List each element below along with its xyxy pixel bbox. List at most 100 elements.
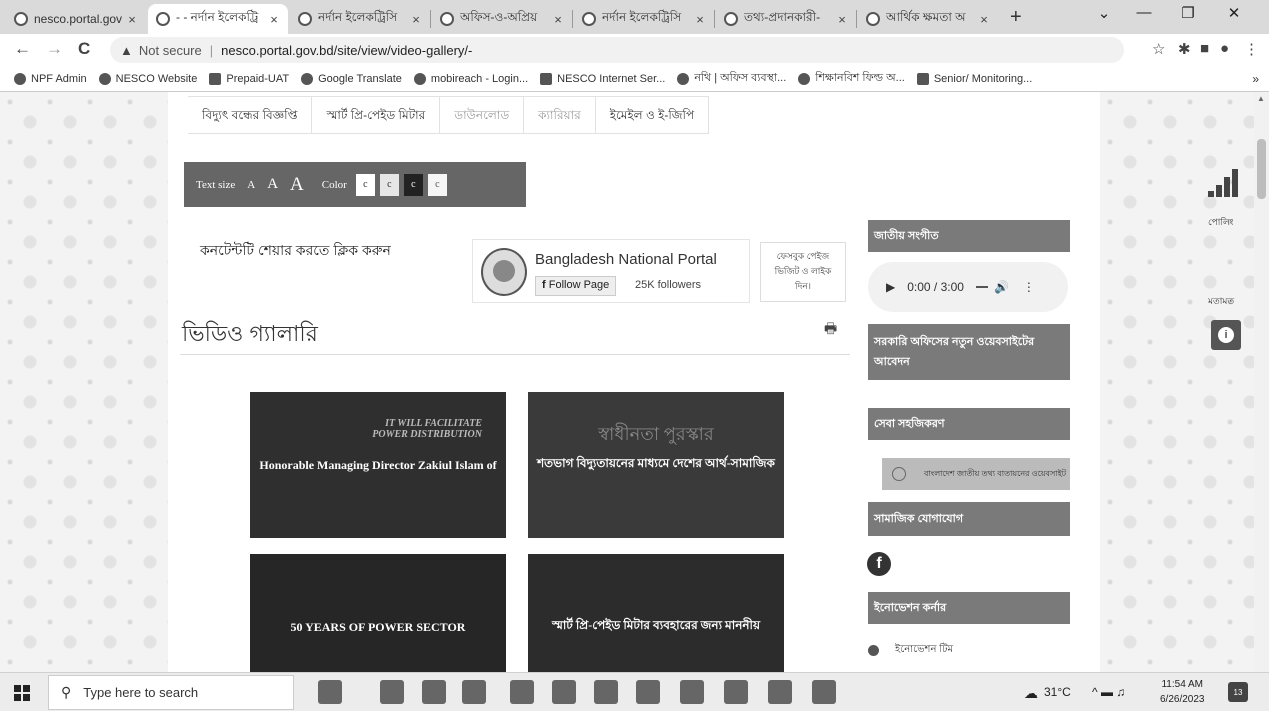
innovation-item[interactable]: ইনোভেশন টিম: [868, 642, 953, 659]
browser-menu-icon[interactable]: ⋮: [1244, 40, 1259, 58]
security-label[interactable]: Not secure: [139, 43, 202, 58]
notification-center-icon[interactable]: 13: [1228, 682, 1248, 702]
excel-app-icon[interactable]: [724, 680, 748, 704]
browser-tab[interactable]: - - নর্দান ইলেকট্রি ×: [148, 4, 288, 34]
app-icon[interactable]: [768, 680, 792, 704]
color-theme-button[interactable]: c: [427, 173, 447, 196]
maximize-button[interactable]: ❐: [1168, 4, 1208, 22]
tab-close-icon[interactable]: ×: [692, 12, 708, 27]
chrome-app-icon[interactable]: [422, 680, 446, 704]
share-prompt[interactable]: কনটেন্টটি শেয়ার করতে ক্লিক করুন: [200, 239, 391, 263]
side-panel-icon[interactable]: ■: [1200, 40, 1209, 57]
page-scrollbar[interactable]: ▲: [1254, 92, 1269, 672]
new-tab-button[interactable]: +: [1010, 6, 1022, 29]
tab-close-icon[interactable]: ×: [408, 12, 424, 27]
app-icon[interactable]: [680, 680, 704, 704]
fb-page-name[interactable]: Bangladesh National Portal: [535, 251, 717, 268]
app-icon[interactable]: [510, 680, 534, 704]
warning-icon[interactable]: ▲: [120, 43, 133, 58]
color-theme-button[interactable]: c: [355, 173, 375, 196]
menu-item[interactable]: ইমেইল ও ই-জিপি: [596, 97, 710, 133]
address-bar[interactable]: ▲ Not secure | nesco.portal.gov.bd/site/…: [110, 37, 1124, 63]
windows-start-button[interactable]: [14, 685, 30, 701]
skype-app-icon[interactable]: [552, 680, 576, 704]
polling-label[interactable]: পোলিং: [1208, 215, 1234, 230]
text-size-small-button[interactable]: A: [247, 179, 255, 191]
video-thumbnail-4[interactable]: স্মার্ট প্রি-পেইড মিটার ব্যবহারের জন্য ম…: [528, 554, 784, 672]
polling-bars-icon[interactable]: [1208, 167, 1242, 197]
tab-close-icon[interactable]: ×: [976, 12, 992, 27]
forward-button[interactable]: →: [46, 39, 63, 59]
text-size-large-button[interactable]: A: [290, 174, 304, 196]
seba-banner[interactable]: বাংলাদেশ জাতীয় তথ্য বাতায়নের ওয়েবসাইট: [882, 458, 1070, 490]
anthem-audio-player[interactable]: ▶ 0:00 / 3:00 🔊 ⋮: [868, 262, 1068, 312]
visit-facebook-note[interactable]: ফেসবুক পেইজ ভিজিট ও লাইক দিন।: [760, 242, 846, 302]
word-app-icon[interactable]: [812, 680, 836, 704]
color-theme-button[interactable]: c: [403, 173, 423, 196]
sidebar-heading-new-website[interactable]: সরকারি অফিসের নতুন ওয়েবসাইটের আবেদন: [868, 324, 1070, 380]
bookmark-item[interactable]: NESCO Website: [98, 72, 197, 85]
system-tray-icons[interactable]: ^ ▬ ♫: [1092, 685, 1125, 699]
text-size-medium-button[interactable]: A: [267, 176, 278, 193]
opinion-label[interactable]: মতামত: [1208, 294, 1234, 309]
audio-more-icon[interactable]: ⋮: [1023, 280, 1035, 294]
briefcase-app-icon[interactable]: [318, 680, 342, 704]
bookmark-star-icon[interactable]: ☆: [1152, 40, 1165, 58]
video-thumbnail-2[interactable]: স্বাধীনতা পুরস্কার শতভাগ বিদ্যুতায়নের ম…: [528, 392, 784, 538]
color-theme-button[interactable]: c: [379, 173, 399, 196]
weather-temp[interactable]: 31°C: [1044, 685, 1071, 699]
taskbar-search[interactable]: ⚲ Type here to search: [48, 675, 294, 710]
bangladesh-portal-logo[interactable]: [481, 248, 527, 296]
scroll-thumb[interactable]: [1257, 139, 1266, 199]
follow-page-button[interactable]: f Follow Page: [535, 276, 617, 296]
browser-tab[interactable]: তথ্য-প্রদানকারী- ×: [716, 4, 856, 34]
files-app-icon[interactable]: [380, 680, 404, 704]
video-thumbnail-1[interactable]: IT WILL FACILITATE POWER DISTRIBUTION Ho…: [250, 392, 506, 538]
facebook-icon[interactable]: f: [867, 552, 891, 576]
bookmark-item[interactable]: Google Translate: [301, 72, 402, 85]
taskbar-clock[interactable]: 11:54 AM 6/26/2023: [1160, 677, 1205, 707]
audio-progress-bar[interactable]: [975, 286, 988, 288]
bookmark-item[interactable]: নথি | অফিস ব্যবস্থা...: [677, 69, 786, 88]
volume-icon[interactable]: 🔊: [994, 280, 1009, 294]
bookmark-item[interactable]: NESCO Internet Ser...: [540, 72, 665, 85]
tab-close-icon[interactable]: ×: [834, 12, 850, 27]
extensions-icon[interactable]: ✱: [1178, 40, 1191, 58]
browser-tab[interactable]: অফিস-ও-অপ্রিয় ×: [432, 4, 572, 34]
profile-avatar[interactable]: ●: [1220, 40, 1229, 57]
browser-tab[interactable]: নর্দান ইলেকট্রিসি ×: [574, 4, 714, 34]
minimize-button[interactable]: —: [1124, 4, 1164, 21]
tab-search-chevron-icon[interactable]: ⌄: [1084, 4, 1124, 22]
close-window-button[interactable]: ✕: [1214, 4, 1254, 22]
sidebar-heading-seba: সেবা সহজিকরণ: [868, 408, 1070, 440]
photos-app-icon[interactable]: [636, 680, 660, 704]
mail-app-icon[interactable]: [462, 680, 486, 704]
menu-item[interactable]: ক্যারিয়ার: [524, 97, 596, 133]
bookmark-item[interactable]: NPF Admin: [14, 72, 87, 85]
browser-tab[interactable]: nesco.portal.gov ×: [6, 4, 146, 34]
bookmark-item[interactable]: Senior/ Monitoring...: [916, 72, 1032, 85]
play-icon[interactable]: ▶: [886, 280, 895, 294]
accessibility-button[interactable]: i: [1211, 320, 1241, 350]
tab-close-icon[interactable]: ×: [266, 12, 282, 27]
bookmark-item[interactable]: Prepaid-UAT: [209, 72, 289, 85]
url-text[interactable]: nesco.portal.gov.bd/site/view/video-gall…: [221, 43, 472, 58]
bookmark-item[interactable]: শিক্ষানবিশ ফিল্ড অ...: [798, 69, 905, 88]
browser-tab[interactable]: নর্দান ইলেকট্রিসি ×: [290, 4, 430, 34]
print-icon[interactable]: 🖶: [824, 318, 837, 342]
reload-button[interactable]: C: [78, 39, 90, 59]
network-app-icon[interactable]: [594, 680, 618, 704]
scroll-up-icon[interactable]: ▲: [1257, 94, 1265, 103]
menu-item[interactable]: বিদ্যুৎ বন্ধের বিজ্ঞপ্তি: [188, 97, 313, 133]
bookmark-item[interactable]: mobireach - Login...: [413, 72, 528, 85]
cloud-icon[interactable]: ☁: [1024, 685, 1038, 702]
back-button[interactable]: ←: [14, 39, 31, 59]
browser-tab[interactable]: আর্থিক ক্ষমতা অ ×: [858, 4, 998, 34]
bookmarks-overflow-icon[interactable]: »: [1252, 72, 1259, 86]
menu-item[interactable]: স্মার্ট প্রি-পেইড মিটার: [312, 97, 441, 133]
tab-close-icon[interactable]: ×: [124, 12, 140, 27]
video-thumbnail-3[interactable]: 50 YEARS OF POWER SECTOR: [250, 554, 506, 672]
page-title: ভিডিও গ্যালারি: [182, 321, 318, 346]
menu-item[interactable]: ডাউনলোড: [440, 97, 525, 133]
tab-close-icon[interactable]: ×: [550, 12, 566, 27]
